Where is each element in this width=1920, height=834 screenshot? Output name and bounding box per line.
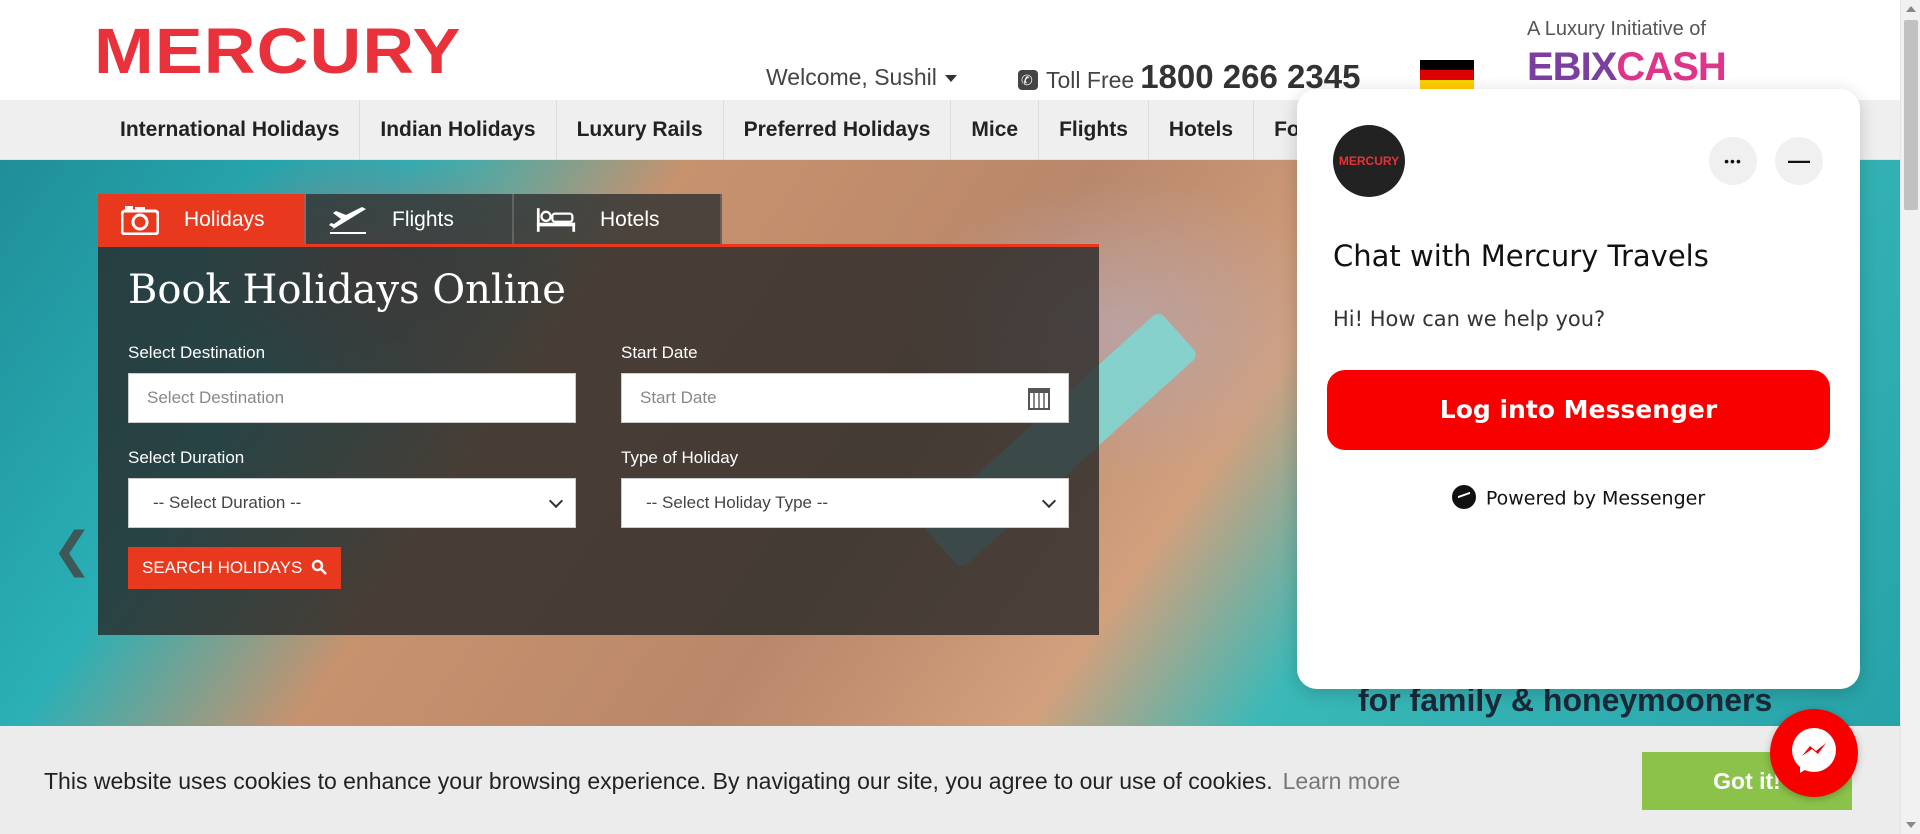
tab-flights-label: Flights <box>392 208 454 231</box>
search-icon <box>311 547 327 589</box>
holiday-type-select[interactable]: -- Select Holiday Type -- <box>621 478 1069 528</box>
nav-item-indian-holidays[interactable]: Indian Holidays <box>360 100 557 160</box>
booking-tabs: Holidays Flights Hotels <box>98 194 722 246</box>
holiday-type-value: -- Select Holiday Type -- <box>646 493 829 512</box>
chevron-down-icon <box>548 493 564 509</box>
search-holidays-label: SEARCH HOLIDAYS <box>142 558 303 577</box>
duration-label: Select Duration <box>128 448 245 467</box>
holiday-type-label: Type of Holiday <box>621 448 739 467</box>
search-holidays-button[interactable]: SEARCH HOLIDAYS <box>128 547 342 589</box>
calendar-icon[interactable] <box>1028 388 1050 410</box>
more-icon: ••• <box>1724 153 1742 169</box>
ebixcash-logo: A Luxury Initiative of EBIXCASH <box>1527 18 1727 90</box>
camera-icon <box>120 205 160 235</box>
start-date-label: Start Date <box>621 343 698 362</box>
nav-item-preferred-holidays[interactable]: Preferred Holidays <box>724 100 952 160</box>
bed-icon <box>536 205 576 235</box>
welcome-text: Welcome, Sushil <box>766 64 937 90</box>
messenger-launcher-button[interactable] <box>1770 709 1858 797</box>
duration-value: -- Select Duration -- <box>153 493 302 512</box>
avatar-text: MERCURY <box>1338 154 1400 168</box>
germany-flag-icon[interactable] <box>1420 60 1474 90</box>
nav-item-mice[interactable]: Mice <box>951 100 1040 160</box>
minimize-button[interactable]: — <box>1775 137 1823 185</box>
welcome-user-menu[interactable]: Welcome, Sushil <box>766 64 957 91</box>
messenger-icon <box>1788 725 1840 782</box>
chat-title: Chat with Mercury Travels <box>1333 239 1709 273</box>
learn-more-link[interactable]: Learn more <box>1283 768 1401 794</box>
cookie-message: This website uses cookies to enhance you… <box>44 768 1400 795</box>
page-scrollbar[interactable] <box>1900 0 1920 834</box>
messenger-chat-widget: MERCURY ••• — Chat with Mercury Travels … <box>1297 89 1860 689</box>
tab-flights[interactable]: Flights <box>306 194 514 246</box>
minimize-icon: — <box>1788 148 1810 173</box>
partner-brand-1: EBIX <box>1527 45 1617 89</box>
carousel-prev-icon[interactable]: ❮ <box>52 522 92 578</box>
start-date-placeholder: Start Date <box>640 388 717 407</box>
caret-down-icon <box>944 75 957 83</box>
phone-icon <box>1018 69 1038 90</box>
chevron-down-icon <box>1041 493 1057 509</box>
partner-tagline: A Luxury Initiative of <box>1527 18 1706 40</box>
cookie-text: This website uses cookies to enhance you… <box>44 768 1273 794</box>
partner-brand-2: CASH <box>1616 45 1726 89</box>
powered-by-text: Powered by Messenger <box>1485 487 1706 510</box>
more-options-button[interactable]: ••• <box>1709 137 1757 185</box>
nav-item-international-holidays[interactable]: International Holidays <box>100 100 361 160</box>
tab-hotels-label: Hotels <box>600 208 660 231</box>
site-header: MERCURY Welcome, Sushil Toll Free1800 26… <box>0 0 1920 100</box>
messenger-icon <box>1451 485 1476 509</box>
booking-panel: Book Holidays Online Select Destination … <box>98 247 1099 635</box>
destination-label: Select Destination <box>128 343 266 362</box>
scrollbar-thumb[interactable] <box>1904 20 1918 210</box>
destination-input[interactable]: Select Destination <box>128 373 576 423</box>
airplane-icon <box>328 205 368 235</box>
tab-holidays-label: Holidays <box>184 208 265 231</box>
nav-item-hotels[interactable]: Hotels <box>1149 100 1255 160</box>
avatar: MERCURY <box>1333 125 1405 197</box>
booking-title: Book Holidays Online <box>128 267 566 313</box>
tab-hotels[interactable]: Hotels <box>514 194 722 246</box>
mercury-logo[interactable]: MERCURY <box>94 16 462 86</box>
scroll-down-arrow-icon[interactable] <box>1906 822 1916 828</box>
tab-holidays[interactable]: Holidays <box>98 194 306 246</box>
nav-item-flights[interactable]: Flights <box>1039 100 1149 160</box>
duration-select[interactable]: -- Select Duration -- <box>128 478 576 528</box>
start-date-input[interactable]: Start Date <box>621 373 1069 423</box>
log-into-messenger-button[interactable]: Log into Messenger <box>1327 370 1830 450</box>
toll-free-label: Toll Free <box>1046 67 1135 93</box>
scroll-up-arrow-icon[interactable] <box>1906 6 1916 12</box>
chat-greeting: Hi! How can we help you? <box>1333 307 1606 331</box>
cookie-banner: This website uses cookies to enhance you… <box>0 726 1900 834</box>
nav-item-luxury-rails[interactable]: Luxury Rails <box>557 100 724 160</box>
powered-by-messenger: Powered by Messenger <box>1297 485 1860 511</box>
